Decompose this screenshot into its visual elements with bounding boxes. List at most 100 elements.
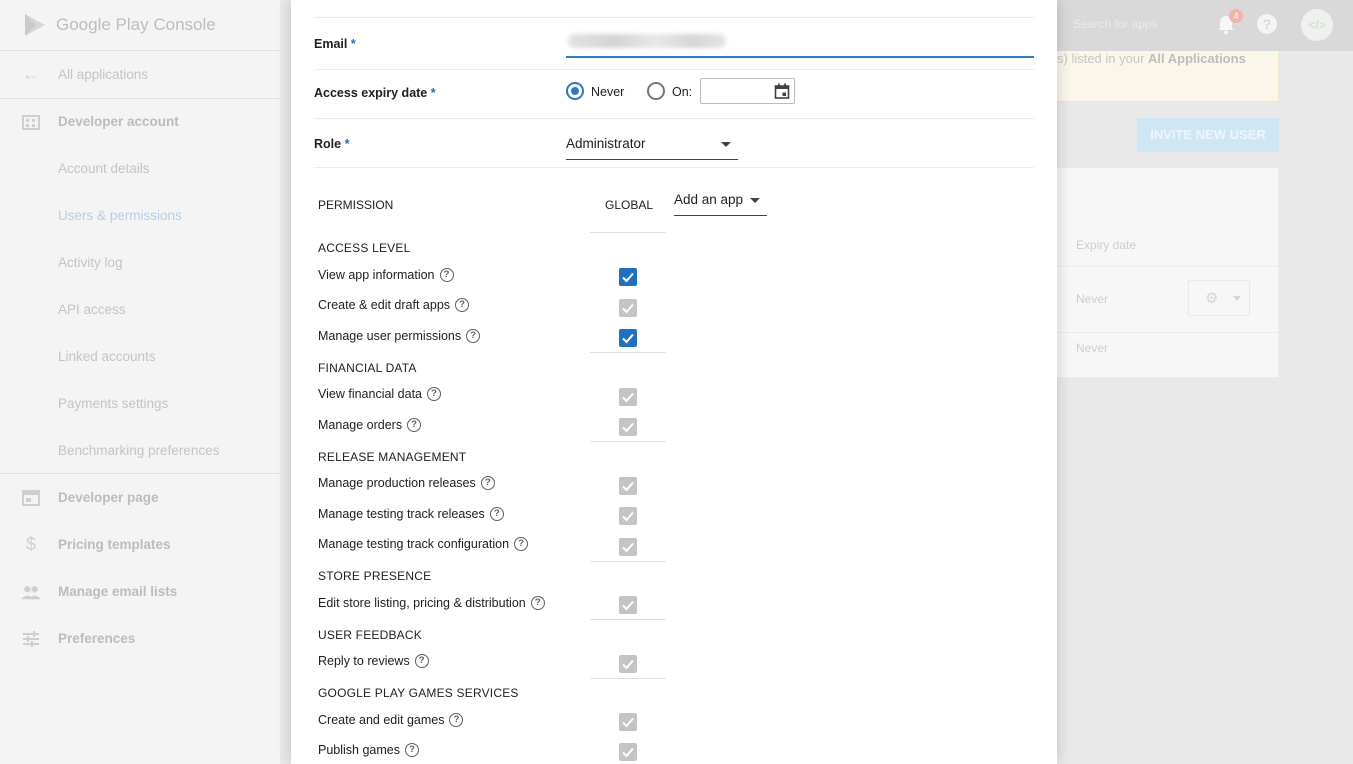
help-icon[interactable]: ? (427, 387, 442, 401)
email-label: Email * (314, 37, 356, 51)
help-icon[interactable]: ? (407, 418, 422, 432)
permission-label: View app information (318, 268, 435, 282)
sidebar-item-payments-settings[interactable]: Payments settings (0, 380, 280, 427)
permission-row: Reply to reviews? (318, 651, 429, 671)
checkbox-manage-production-releases (619, 477, 637, 495)
checkbox-manage-testing-track-configuration (619, 538, 637, 556)
dropdown-arrow-icon (750, 198, 760, 203)
permission-label: Create & edit draft apps (318, 298, 451, 312)
checkbox-view-app-information[interactable] (619, 268, 637, 286)
check-icon (622, 511, 634, 522)
sidebar-item-label: Payments settings (58, 396, 169, 411)
sliders-icon (21, 629, 41, 649)
table-cell: Never (1076, 292, 1109, 306)
email-field[interactable] (566, 30, 1034, 58)
help-icon[interactable]: ? (514, 537, 529, 551)
checkbox-manage-testing-track-releases (619, 507, 637, 525)
building-icon (21, 112, 41, 132)
users-table: Expiry date Never ⚙ Never (1057, 168, 1279, 378)
permission-row: Manage user permissions? (318, 326, 481, 346)
dollar-icon: $ (25, 534, 36, 554)
help-icon[interactable]: ? (439, 268, 454, 282)
check-icon (622, 303, 634, 314)
sidebar-item-label: Activity log (58, 255, 123, 270)
sidebar-item-manage-email-lists[interactable]: Manage email lists (0, 568, 280, 615)
help-icon[interactable]: ? (414, 654, 429, 668)
settings-menu-button[interactable]: ⚙ (1188, 280, 1250, 316)
permission-label: Publish games (318, 743, 400, 757)
permission-row: Publish games? (318, 740, 419, 760)
sidebar-item-label: Users & permissions (58, 208, 182, 223)
on-date-radio[interactable] (647, 82, 665, 100)
sidebar-item-activity-log[interactable]: Activity log (0, 239, 280, 286)
sidebar-item-all-applications[interactable]: ← All applications (0, 51, 280, 98)
role-value: Administrator (566, 136, 646, 151)
role-select[interactable]: Administrator (566, 132, 738, 160)
avatar[interactable]: </> (1301, 9, 1333, 41)
permission-row: View app information? (318, 265, 454, 285)
sidebar-item-label: Linked accounts (58, 349, 156, 364)
check-icon (622, 392, 634, 403)
sidebar-item-developer-page[interactable]: Developer page (0, 474, 280, 521)
sidebar-item-linked-accounts[interactable]: Linked accounts (0, 333, 280, 380)
calendar-icon[interactable] (774, 83, 790, 99)
section-user-feedback: USER FEEDBACK (318, 628, 422, 642)
permission-label: Manage user permissions (318, 329, 462, 343)
never-radio[interactable] (566, 82, 584, 100)
role-label: Role * (314, 137, 350, 151)
add-an-app-select[interactable]: Add an app (674, 188, 767, 216)
checkbox-publish-games (619, 743, 637, 761)
access-expiry-label: Access expiry date * (314, 86, 436, 100)
permission-row: Manage testing track configuration? (318, 534, 529, 554)
checkbox-view-financial-data (619, 388, 637, 406)
email-value-blurred (568, 34, 726, 48)
help-icon[interactable]: ? (455, 298, 470, 312)
invite-user-dialog: Email * Access expiry date * Never On: R… (291, 0, 1057, 764)
check-icon (622, 600, 634, 611)
sidebar-item-pricing-templates[interactable]: $ Pricing templates (0, 521, 280, 568)
arrow-back-icon: ← (22, 64, 40, 84)
sidebar-item-benchmarking-preferences[interactable]: Benchmarking preferences (0, 427, 280, 474)
help-icon[interactable]: ? (480, 476, 495, 490)
check-icon (622, 717, 634, 728)
invite-new-user-button[interactable]: INVITE NEW USER (1137, 118, 1279, 152)
permission-row: Manage orders? (318, 415, 422, 435)
help-icon[interactable]: ? (1257, 14, 1277, 34)
dropdown-arrow-icon (721, 142, 731, 147)
expiry-date-input[interactable] (700, 78, 795, 104)
permission-label: Create and edit games (318, 713, 445, 727)
table-cell: Never (1076, 341, 1109, 355)
sidebar-item-users-permissions[interactable]: Users & permissions (0, 192, 280, 239)
brand[interactable]: Google Play Console (0, 0, 280, 51)
chevron-down-icon (1233, 296, 1241, 301)
permission-label: Reply to reviews (318, 654, 410, 668)
checkbox-manage-user-permissions[interactable] (619, 329, 637, 347)
global-column-header: GLOBAL (605, 198, 654, 212)
help-icon[interactable]: ? (489, 507, 504, 521)
play-console-logo-icon (25, 14, 45, 36)
check-icon (622, 481, 634, 492)
check-icon (622, 272, 634, 283)
permission-row: Create and edit games? (318, 710, 464, 730)
sidebar-item-label: Manage email lists (58, 584, 178, 599)
help-icon[interactable]: ? (466, 329, 481, 343)
sidebar-item-label: Pricing templates (58, 537, 171, 552)
sidebar-item-preferences[interactable]: Preferences (0, 615, 280, 662)
sidebar-item-account-details[interactable]: Account details (0, 145, 280, 192)
help-icon[interactable]: ? (405, 743, 419, 757)
check-icon (622, 747, 634, 758)
check-icon (622, 659, 634, 670)
sidebar-item-label: Preferences (58, 631, 136, 646)
search-apps-input[interactable]: Search for apps (1073, 17, 1158, 31)
sidebar-item-api-access[interactable]: API access (0, 286, 280, 333)
help-icon[interactable]: ? (530, 596, 545, 610)
permission-label: Manage testing track releases (318, 507, 485, 521)
permission-label: Edit store listing, pricing & distributi… (318, 596, 526, 610)
sidebar-item-label: Developer page (58, 490, 159, 505)
section-google-play-games-services: GOOGLE PLAY GAMES SERVICES (318, 686, 519, 700)
sidebar-item-developer-account[interactable]: Developer account (0, 98, 280, 145)
sidebar: Google Play Console ← All applications D… (0, 0, 280, 764)
help-icon[interactable]: ? (449, 713, 464, 727)
permission-label: Manage testing track configuration (318, 537, 510, 551)
permission-row: Create & edit draft apps? (318, 295, 470, 315)
